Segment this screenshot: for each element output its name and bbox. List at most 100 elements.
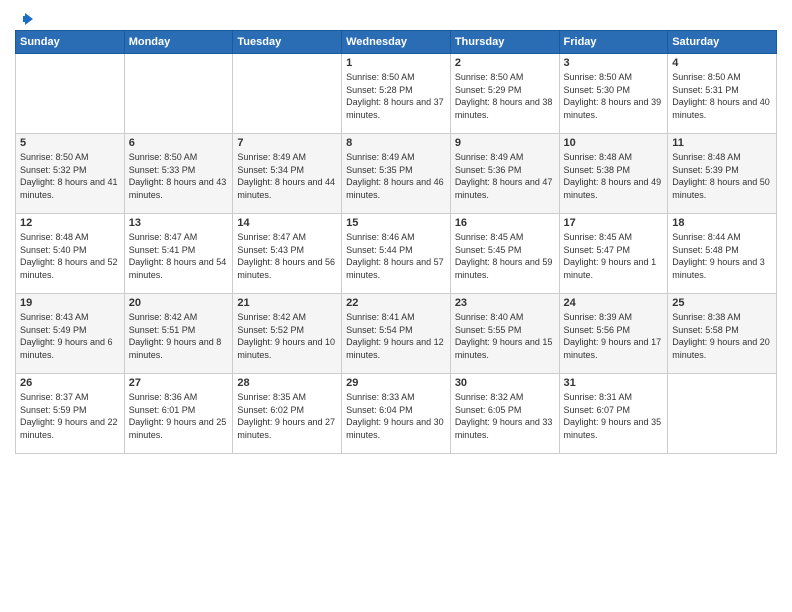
day-number: 16 (455, 217, 555, 229)
day-info: Sunrise: 8:48 AM Sunset: 5:38 PM Dayligh… (564, 151, 664, 201)
calendar-body: 1 Sunrise: 8:50 AM Sunset: 5:28 PM Daylig… (16, 54, 777, 454)
calendar-cell: 27 Sunrise: 8:36 AM Sunset: 6:01 PM Dayli… (124, 374, 233, 454)
day-info: Sunrise: 8:37 AM Sunset: 5:59 PM Dayligh… (20, 391, 120, 441)
day-info: Sunrise: 8:49 AM Sunset: 5:35 PM Dayligh… (346, 151, 446, 201)
day-number: 10 (564, 137, 664, 149)
day-number: 12 (20, 217, 120, 229)
day-number: 30 (455, 377, 555, 389)
calendar-cell: 11 Sunrise: 8:48 AM Sunset: 5:39 PM Dayli… (668, 134, 777, 214)
day-number: 20 (129, 297, 229, 309)
day-number: 4 (672, 57, 772, 69)
week-row-2: 5 Sunrise: 8:50 AM Sunset: 5:32 PM Daylig… (16, 134, 777, 214)
logo (15, 10, 33, 24)
calendar-cell: 12 Sunrise: 8:48 AM Sunset: 5:40 PM Dayli… (16, 214, 125, 294)
day-info: Sunrise: 8:45 AM Sunset: 5:47 PM Dayligh… (564, 231, 664, 281)
day-number: 21 (237, 297, 337, 309)
day-number: 26 (20, 377, 120, 389)
column-header-friday: Friday (559, 31, 668, 54)
day-info: Sunrise: 8:48 AM Sunset: 5:40 PM Dayligh… (20, 231, 120, 281)
week-row-3: 12 Sunrise: 8:48 AM Sunset: 5:40 PM Dayli… (16, 214, 777, 294)
day-info: Sunrise: 8:42 AM Sunset: 5:52 PM Dayligh… (237, 311, 337, 361)
day-info: Sunrise: 8:50 AM Sunset: 5:32 PM Dayligh… (20, 151, 120, 201)
day-number: 8 (346, 137, 446, 149)
calendar-cell: 1 Sunrise: 8:50 AM Sunset: 5:28 PM Daylig… (342, 54, 451, 134)
calendar-cell: 13Sunrise: 8:47 AM Sunset: 5:41 PM Dayli… (124, 214, 233, 294)
column-header-tuesday: Tuesday (233, 31, 342, 54)
day-number: 3 (564, 57, 664, 69)
day-number: 11 (672, 137, 772, 149)
day-info: Sunrise: 8:35 AM Sunset: 6:02 PM Dayligh… (237, 391, 337, 441)
calendar-cell: 15 Sunrise: 8:46 AM Sunset: 5:44 PM Dayli… (342, 214, 451, 294)
page-container: SundayMondayTuesdayWednesdayThursdayFrid… (0, 0, 792, 464)
header-row: SundayMondayTuesdayWednesdayThursdayFrid… (16, 31, 777, 54)
day-info: Sunrise: 8:33 AM Sunset: 6:04 PM Dayligh… (346, 391, 446, 441)
day-number: 15 (346, 217, 446, 229)
day-number: 9 (455, 137, 555, 149)
day-info: Sunrise: 8:31 AM Sunset: 6:07 PM Dayligh… (564, 391, 664, 441)
day-info: Sunrise: 8:38 AM Sunset: 5:58 PM Dayligh… (672, 311, 772, 361)
calendar-cell: 31 Sunrise: 8:31 AM Sunset: 6:07 PM Dayli… (559, 374, 668, 454)
calendar-cell: 26 Sunrise: 8:37 AM Sunset: 5:59 PM Dayli… (16, 374, 125, 454)
day-info: Sunrise: 8:40 AM Sunset: 5:55 PM Dayligh… (455, 311, 555, 361)
column-header-wednesday: Wednesday (342, 31, 451, 54)
calendar-cell: 16Sunrise: 8:45 AM Sunset: 5:45 PM Dayli… (450, 214, 559, 294)
column-header-monday: Monday (124, 31, 233, 54)
day-info: Sunrise: 8:43 AM Sunset: 5:49 PM Dayligh… (20, 311, 120, 361)
day-number: 28 (237, 377, 337, 389)
calendar-header: SundayMondayTuesdayWednesdayThursdayFrid… (16, 31, 777, 54)
day-number: 14 (237, 217, 337, 229)
week-row-5: 26 Sunrise: 8:37 AM Sunset: 5:59 PM Dayli… (16, 374, 777, 454)
day-number: 29 (346, 377, 446, 389)
day-info: Sunrise: 8:36 AM Sunset: 6:01 PM Dayligh… (129, 391, 229, 441)
day-info: Sunrise: 8:42 AM Sunset: 5:51 PM Dayligh… (129, 311, 229, 361)
calendar-cell: 29 Sunrise: 8:33 AM Sunset: 6:04 PM Dayli… (342, 374, 451, 454)
day-info: Sunrise: 8:32 AM Sunset: 6:05 PM Dayligh… (455, 391, 555, 441)
calendar-cell (124, 54, 233, 134)
day-number: 6 (129, 137, 229, 149)
calendar-cell: 30 Sunrise: 8:32 AM Sunset: 6:05 PM Dayli… (450, 374, 559, 454)
day-number: 25 (672, 297, 772, 309)
calendar-cell: 21 Sunrise: 8:42 AM Sunset: 5:52 PM Dayli… (233, 294, 342, 374)
day-number: 5 (20, 137, 120, 149)
calendar-cell: 9Sunrise: 8:49 AM Sunset: 5:36 PM Daylig… (450, 134, 559, 214)
day-info: Sunrise: 8:50 AM Sunset: 5:33 PM Dayligh… (129, 151, 229, 201)
calendar-cell: 3 Sunrise: 8:50 AM Sunset: 5:30 PM Daylig… (559, 54, 668, 134)
column-header-sunday: Sunday (16, 31, 125, 54)
day-number: 2 (455, 57, 555, 69)
day-info: Sunrise: 8:47 AM Sunset: 5:41 PM Dayligh… (129, 231, 229, 281)
day-info: Sunrise: 8:39 AM Sunset: 5:56 PM Dayligh… (564, 311, 664, 361)
day-info: Sunrise: 8:47 AM Sunset: 5:43 PM Dayligh… (237, 231, 337, 281)
calendar-cell: 10 Sunrise: 8:48 AM Sunset: 5:38 PM Dayli… (559, 134, 668, 214)
calendar-cell: 17 Sunrise: 8:45 AM Sunset: 5:47 PM Dayli… (559, 214, 668, 294)
day-info: Sunrise: 8:41 AM Sunset: 5:54 PM Dayligh… (346, 311, 446, 361)
day-info: Sunrise: 8:44 AM Sunset: 5:48 PM Dayligh… (672, 231, 772, 281)
day-info: Sunrise: 8:46 AM Sunset: 5:44 PM Dayligh… (346, 231, 446, 281)
calendar-cell: 19Sunrise: 8:43 AM Sunset: 5:49 PM Dayli… (16, 294, 125, 374)
calendar-cell: 20 Sunrise: 8:42 AM Sunset: 5:51 PM Dayli… (124, 294, 233, 374)
day-number: 23 (455, 297, 555, 309)
day-info: Sunrise: 8:50 AM Sunset: 5:28 PM Dayligh… (346, 71, 446, 121)
day-info: Sunrise: 8:49 AM Sunset: 5:34 PM Dayligh… (237, 151, 337, 201)
calendar-cell: 23 Sunrise: 8:40 AM Sunset: 5:55 PM Dayli… (450, 294, 559, 374)
calendar-cell (668, 374, 777, 454)
day-number: 17 (564, 217, 664, 229)
calendar-cell (233, 54, 342, 134)
day-number: 18 (672, 217, 772, 229)
day-number: 31 (564, 377, 664, 389)
calendar-cell: 8 Sunrise: 8:49 AM Sunset: 5:35 PM Daylig… (342, 134, 451, 214)
week-row-1: 1 Sunrise: 8:50 AM Sunset: 5:28 PM Daylig… (16, 54, 777, 134)
column-header-saturday: Saturday (668, 31, 777, 54)
calendar-cell: 6 Sunrise: 8:50 AM Sunset: 5:33 PM Daylig… (124, 134, 233, 214)
day-info: Sunrise: 8:48 AM Sunset: 5:39 PM Dayligh… (672, 151, 772, 201)
calendar-cell: 7Sunrise: 8:49 AM Sunset: 5:34 PM Daylig… (233, 134, 342, 214)
day-number: 24 (564, 297, 664, 309)
day-number: 1 (346, 57, 446, 69)
day-info: Sunrise: 8:50 AM Sunset: 5:30 PM Dayligh… (564, 71, 664, 121)
calendar-cell (16, 54, 125, 134)
day-number: 22 (346, 297, 446, 309)
calendar-cell: 28 Sunrise: 8:35 AM Sunset: 6:02 PM Dayli… (233, 374, 342, 454)
calendar-cell: 25 Sunrise: 8:38 AM Sunset: 5:58 PM Dayli… (668, 294, 777, 374)
logo-icon (15, 10, 33, 28)
column-header-thursday: Thursday (450, 31, 559, 54)
day-number: 27 (129, 377, 229, 389)
